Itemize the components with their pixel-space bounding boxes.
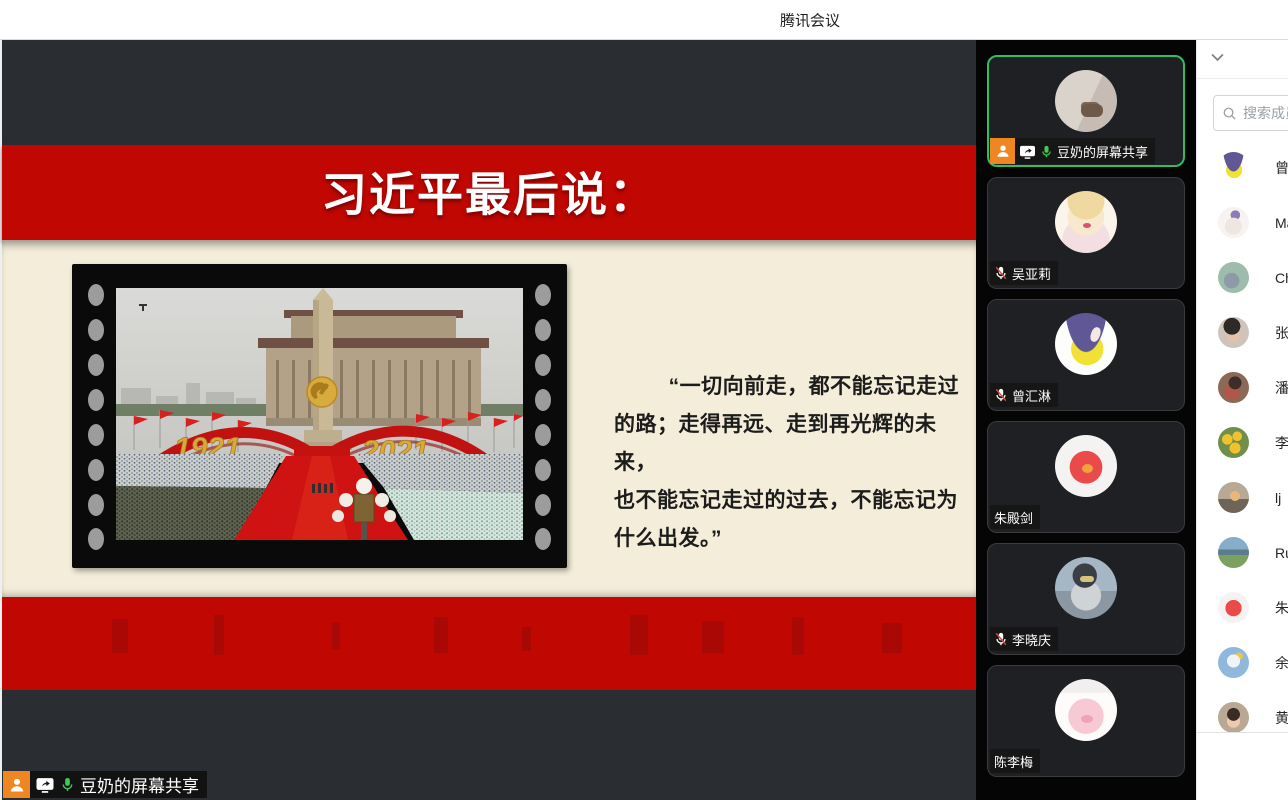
avatar <box>1218 317 1249 348</box>
video-tile-wuyali[interactable]: 吴亚莉 <box>987 177 1185 289</box>
avatar <box>1218 372 1249 403</box>
participant-row[interactable]: lj <box>1197 470 1288 525</box>
avatar <box>1218 207 1249 238</box>
mausoleum-building <box>258 310 489 426</box>
participant-name: 李晓庆 <box>1012 630 1051 649</box>
screen-share-view: 习近平最后说： <box>0 40 976 800</box>
participants-panel: 曾汇淋 Ma Ch 张 潘 李 lj Ru 朱殿剑 余 黄 <box>1196 40 1288 800</box>
chevron-down-icon[interactable] <box>1211 53 1224 62</box>
video-tile-lixiaoqing[interactable]: 李晓庆 <box>987 543 1185 655</box>
video-thumbnail-strip: 豆奶的屏幕共享 吴亚莉 曾汇淋 朱殿剑 李晓庆 陈李梅 <box>976 40 1196 800</box>
crowd <box>384 488 523 540</box>
mic-muted-icon <box>994 265 1008 281</box>
slide-title: 习近平最后说： <box>321 158 657 224</box>
search-icon <box>1222 106 1237 121</box>
participant-name: 曾汇淋 <box>1012 386 1051 405</box>
participant-row[interactable]: Ch <box>1197 250 1288 305</box>
avatar <box>1218 262 1249 293</box>
participant-name: 豆奶的屏幕共享 <box>1057 142 1148 161</box>
video-tile-dounai[interactable]: 豆奶的屏幕共享 <box>987 55 1185 167</box>
slide-header-band: 习近平最后说： <box>2 145 976 240</box>
participant-row[interactable]: 曾汇淋 <box>1197 140 1288 195</box>
participant-row[interactable]: 潘 <box>1197 360 1288 415</box>
slide-quote-text: “一切向前走，都不能忘记走过 的路；走得再远、走到再光辉的未来， 也不能忘记走过… <box>614 368 966 558</box>
slide-body: 1921 2021 <box>2 240 976 597</box>
avatar <box>1055 191 1117 253</box>
video-tile-chenlimei[interactable]: 陈李梅 <box>987 665 1185 777</box>
participant-row[interactable]: 余 <box>1197 635 1288 690</box>
mic-muted-icon <box>994 387 1008 403</box>
avatar <box>1055 557 1117 619</box>
window-titlebar: 腾讯会议 <box>0 0 1288 40</box>
mic-muted-icon <box>994 631 1008 647</box>
avatar <box>1218 647 1249 678</box>
slide-footer-band <box>2 597 976 690</box>
avatar <box>1055 679 1117 741</box>
crowd <box>116 454 284 488</box>
party-emblem <box>307 377 337 407</box>
window-title: 腾讯会议 <box>780 9 840 30</box>
sharing-status-label: 豆奶的屏幕共享 <box>3 771 207 798</box>
avatar <box>1055 313 1117 375</box>
screen-share-icon <box>35 776 55 793</box>
avatar <box>1055 435 1117 497</box>
panel-overlay <box>1197 732 1288 800</box>
participant-row[interactable]: 朱殿剑 <box>1197 580 1288 635</box>
avatar <box>1218 427 1249 458</box>
sharer-name: 豆奶的屏幕共享 <box>80 772 199 797</box>
crowd <box>356 454 523 493</box>
participant-row[interactable]: Ma <box>1197 195 1288 250</box>
avatar <box>1218 592 1249 623</box>
participant-row[interactable]: Ru <box>1197 525 1288 580</box>
video-tile-zhudianjian[interactable]: 朱殿剑 <box>987 421 1185 533</box>
avatar <box>1055 70 1117 132</box>
participant-row[interactable]: 李 <box>1197 415 1288 470</box>
presentation-slide: 习近平最后说： <box>2 145 976 690</box>
avatar <box>1218 702 1249 733</box>
divider <box>1197 78 1288 79</box>
participant-name: 吴亚莉 <box>1012 264 1051 283</box>
tiananmen-celebration-photo: 1921 2021 <box>116 288 523 540</box>
film-sprocket-holes <box>88 264 104 568</box>
participant-row[interactable]: 张 <box>1197 305 1288 360</box>
screen-share-icon <box>1019 144 1036 159</box>
search-box[interactable] <box>1213 95 1288 131</box>
avatar <box>1218 537 1249 568</box>
avatar <box>1218 152 1249 183</box>
mic-on-icon <box>1040 144 1053 159</box>
avatar <box>1218 482 1249 513</box>
film-strip-frame: 1921 2021 <box>72 264 567 568</box>
host-person-icon <box>990 138 1015 164</box>
film-sprocket-holes <box>535 264 551 568</box>
mic-on-icon <box>60 776 75 793</box>
search-input[interactable] <box>1243 105 1288 121</box>
participant-name: 陈李梅 <box>994 752 1033 771</box>
host-person-icon <box>3 771 30 798</box>
participant-name: 朱殿剑 <box>994 508 1033 527</box>
video-tile-zenghuilin[interactable]: 曾汇淋 <box>987 299 1185 411</box>
